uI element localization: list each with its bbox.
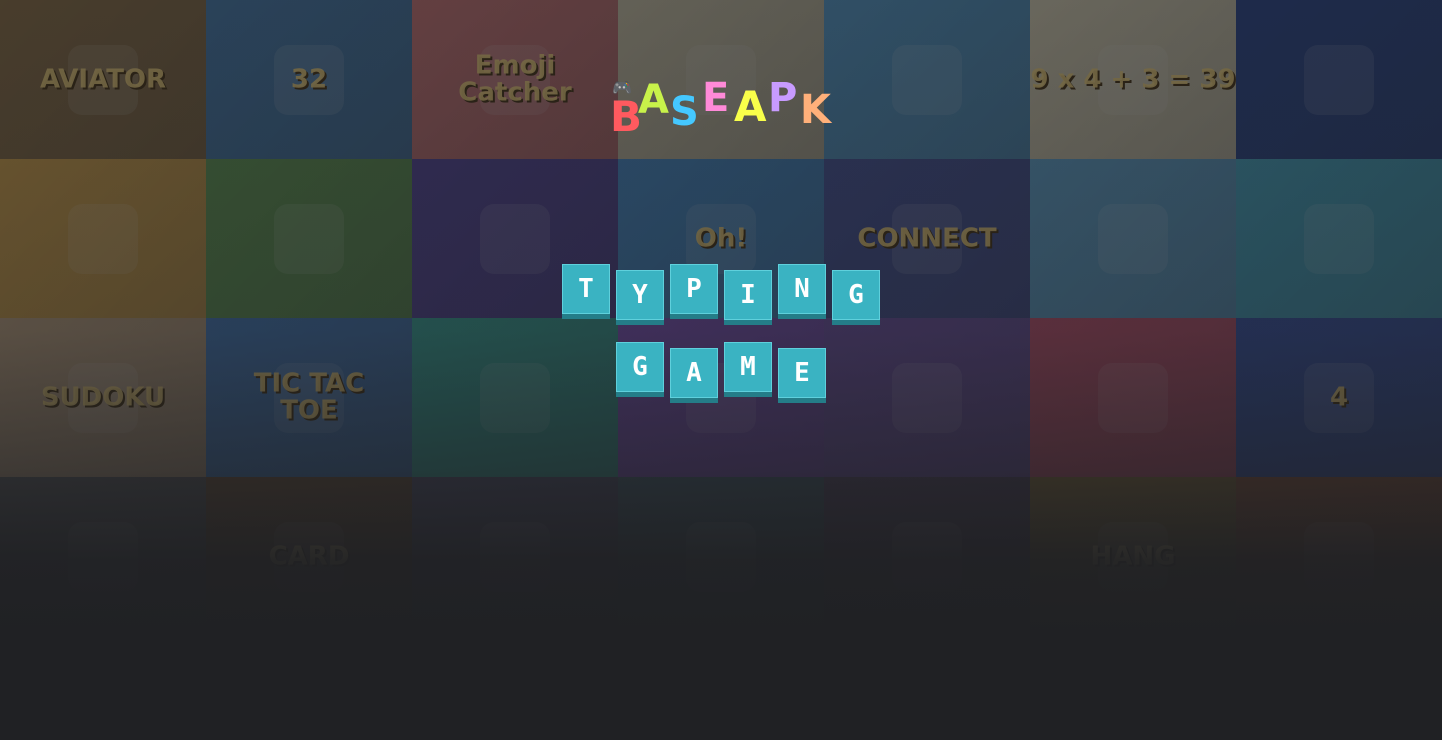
letter-tile: N <box>778 264 826 314</box>
gamepad-icon: 🎮 <box>612 78 632 97</box>
thumbnail-title: 9 x 4 + 3 = 39 <box>1030 63 1236 94</box>
thumbnail-art <box>1304 44 1374 115</box>
thumbnail-art <box>480 521 550 592</box>
game-thumbnail <box>618 477 824 636</box>
letter-tile: T <box>562 264 610 314</box>
thumbnail-art <box>480 203 550 274</box>
thumbnail-art <box>68 521 138 592</box>
logo-letter: S <box>670 89 699 135</box>
thumbnail-art <box>1304 521 1374 592</box>
letter-tile: G <box>832 270 880 320</box>
thumbnail-art <box>68 203 138 274</box>
logo-letter: P <box>768 75 798 121</box>
thumbnail-title: Oh! <box>694 222 748 253</box>
game-thumbnail: CARD <box>206 477 412 636</box>
game-thumbnail <box>0 477 206 636</box>
thumbnail-art <box>892 44 962 115</box>
thumbnail-title: HANG <box>1090 540 1176 571</box>
letter-tile: M <box>724 342 772 392</box>
thumbnail-art <box>686 521 756 592</box>
game-thumbnail: 9 x 4 + 3 = 39 <box>1030 0 1236 159</box>
game-thumbnail: HANG <box>1030 477 1236 636</box>
letter-tile: I <box>724 270 772 320</box>
thumbnail-art <box>1304 203 1374 274</box>
thumbnail-art <box>892 521 962 592</box>
thumbnail-title: Emoji Catcher <box>458 50 572 108</box>
game-thumbnail <box>824 0 1030 159</box>
letter-tile: A <box>670 348 718 398</box>
logo-letter: A <box>734 82 767 131</box>
thumbnail-title: CARD <box>268 540 350 571</box>
letter-tile: G <box>616 342 664 392</box>
letter-tile: P <box>670 264 718 314</box>
logo-letter: E <box>702 75 730 121</box>
game-thumbnail <box>1236 0 1442 159</box>
thumbnail-title: 32 <box>290 63 328 94</box>
thumbnail-art <box>274 203 344 274</box>
letter-tile: E <box>778 348 826 398</box>
thumbnail-title: AVIATOR <box>39 63 167 94</box>
title-typing: TYPING <box>0 264 1442 320</box>
baseapk-logo: B A S E A P K 🎮 <box>610 78 835 146</box>
logo-letter: A <box>638 77 669 123</box>
game-thumbnail <box>412 477 618 636</box>
logo-letter: K <box>800 87 831 133</box>
game-thumbnail <box>824 477 1030 636</box>
thumbnail-title: CONNECT <box>857 222 997 253</box>
game-thumbnail: AVIATOR <box>0 0 206 159</box>
game-thumbnail: Emoji Catcher <box>412 0 618 159</box>
title-game: GAME <box>0 342 1442 398</box>
game-thumbnail <box>1236 477 1442 636</box>
letter-tile: Y <box>616 270 664 320</box>
game-thumbnail: 32 <box>206 0 412 159</box>
thumbnail-art <box>1098 203 1168 274</box>
